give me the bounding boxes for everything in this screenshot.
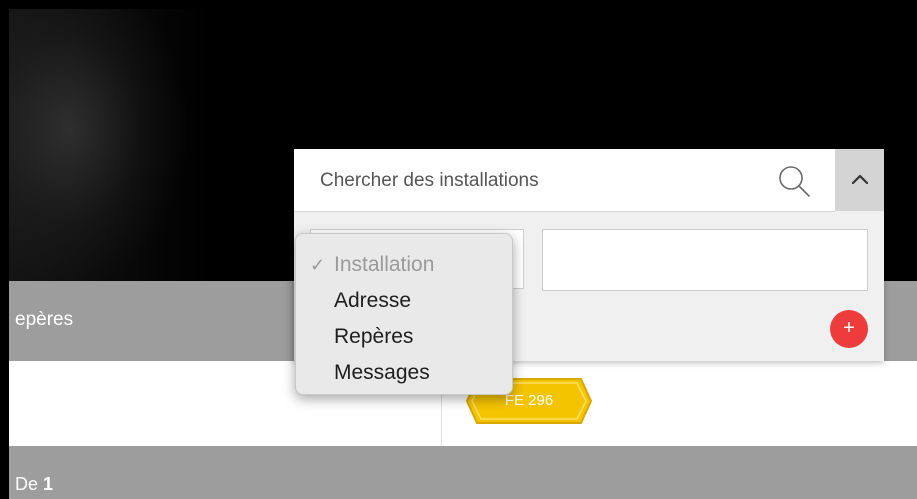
app-frame: epères FE 296 De 1 + ✓ In: [9, 9, 917, 499]
menu-item-reperes[interactable]: Repères: [334, 320, 413, 354]
menu-item-messages[interactable]: Messages: [334, 356, 430, 390]
hero-shade: [9, 9, 209, 281]
search-input[interactable]: [318, 165, 762, 197]
menu-item-installation[interactable]: Installation: [334, 248, 434, 282]
filter-value-input[interactable]: [542, 229, 868, 291]
search-icon[interactable]: [777, 164, 811, 198]
menu-item-adresse[interactable]: Adresse: [334, 284, 411, 318]
pagination-total: 1: [43, 474, 54, 494]
pagination-info: De 1: [15, 474, 53, 495]
chevron-up-icon: [851, 174, 869, 185]
pagination-prefix: De: [15, 474, 39, 494]
add-filter-button[interactable]: +: [830, 310, 868, 348]
search-bar: [294, 149, 835, 212]
pagination-bar: [9, 446, 917, 499]
collapse-button[interactable]: [835, 149, 884, 211]
table-header-label: epères: [15, 309, 74, 330]
filter-dropdown-menu: ✓ Installation Adresse Repères Messages: [295, 233, 513, 395]
checkmark-icon: ✓: [310, 255, 326, 275]
